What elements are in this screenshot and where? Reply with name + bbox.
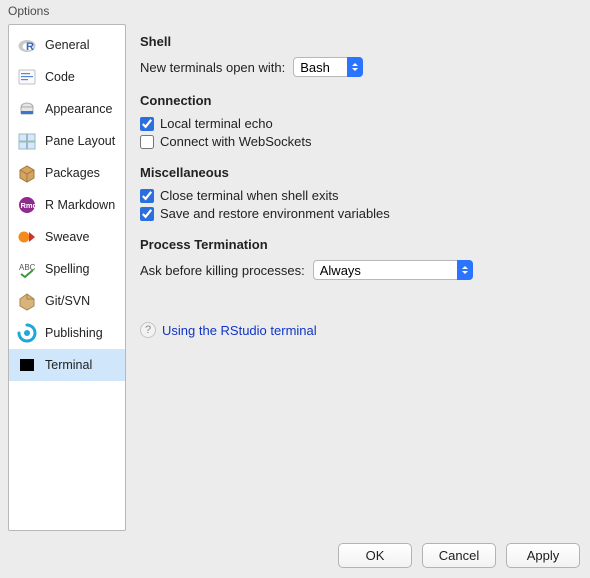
help-icon: ? [140,322,156,338]
svg-text:Rmd: Rmd [21,201,38,210]
rmarkdown-icon: Rmd [17,195,37,215]
sidebar-item-gitsvn[interactable]: Git/SVN [9,285,125,317]
options-content: Shell New terminals open with: Bash Conn… [136,24,582,531]
ok-button[interactable]: OK [338,543,412,568]
section-misc: Miscellaneous Close terminal when shell … [140,165,578,221]
r-logo-icon: R [17,35,37,55]
sidebar-item-pane-layout[interactable]: Pane Layout [9,125,125,157]
spelling-icon: ABC [17,259,37,279]
open-with-select-wrap: Bash [293,57,363,77]
local-echo-label: Local terminal echo [160,116,273,131]
code-icon [17,67,37,87]
terminal-icon [17,355,37,375]
svg-text:R: R [26,41,34,53]
packages-icon [17,163,37,183]
websockets-label: Connect with WebSockets [160,134,312,149]
sidebar-item-label: Terminal [45,358,92,372]
section-termination: Process Termination Ask before killing p… [140,237,578,280]
local-echo-checkbox[interactable] [140,117,154,131]
websockets-checkbox[interactable] [140,135,154,149]
options-sidebar: R General Code Appearance P [8,24,126,531]
sidebar-item-label: Packages [45,166,100,180]
close-on-exit-checkbox[interactable] [140,189,154,203]
apply-button[interactable]: Apply [506,543,580,568]
section-connection: Connection Local terminal echo Connect w… [140,93,578,149]
sidebar-item-label: Spelling [45,262,89,276]
ask-select-wrap: Always [313,260,473,280]
cancel-button[interactable]: Cancel [422,543,496,568]
section-title-termination: Process Termination [140,237,578,252]
help-link[interactable]: ? Using the RStudio terminal [140,322,317,338]
window-title: Options [0,0,590,20]
ask-select[interactable]: Always [313,260,473,280]
close-on-exit-row[interactable]: Close terminal when shell exits [140,188,578,203]
sidebar-item-general[interactable]: R General [9,29,125,61]
sweave-icon [17,227,37,247]
help-link-text: Using the RStudio terminal [162,323,317,338]
sidebar-item-label: Code [45,70,75,84]
sidebar-item-sweave[interactable]: Sweave [9,221,125,253]
sidebar-item-terminal[interactable]: Terminal [9,349,125,381]
sidebar-item-label: Appearance [45,102,112,116]
sidebar-item-spelling[interactable]: ABC Spelling [9,253,125,285]
sidebar-item-label: Sweave [45,230,89,244]
sidebar-item-label: Git/SVN [45,294,90,308]
save-env-row[interactable]: Save and restore environment variables [140,206,578,221]
button-bar: OK Cancel Apply [0,535,590,578]
open-with-select[interactable]: Bash [293,57,363,77]
websockets-row[interactable]: Connect with WebSockets [140,134,578,149]
open-with-label: New terminals open with: [140,60,285,75]
sidebar-item-label: Pane Layout [45,134,115,148]
appearance-icon [17,99,37,119]
section-shell: Shell New terminals open with: Bash [140,34,578,77]
options-dialog: Options R General Code Appearance [0,0,590,578]
sidebar-item-packages[interactable]: Packages [9,157,125,189]
sidebar-item-publishing[interactable]: Publishing [9,317,125,349]
git-icon [17,291,37,311]
save-env-checkbox[interactable] [140,207,154,221]
close-on-exit-label: Close terminal when shell exits [160,188,338,203]
save-env-label: Save and restore environment variables [160,206,390,221]
ask-label: Ask before killing processes: [140,263,305,278]
sidebar-item-code[interactable]: Code [9,61,125,93]
sidebar-item-label: Publishing [45,326,103,340]
sidebar-item-label: General [45,38,89,52]
section-title-misc: Miscellaneous [140,165,578,180]
sidebar-item-appearance[interactable]: Appearance [9,93,125,125]
dialog-body: R General Code Appearance P [0,20,590,535]
section-title-shell: Shell [140,34,578,49]
section-title-connection: Connection [140,93,578,108]
local-echo-row[interactable]: Local terminal echo [140,116,578,131]
publishing-icon [17,323,37,343]
pane-layout-icon [17,131,37,151]
sidebar-item-rmarkdown[interactable]: Rmd R Markdown [9,189,125,221]
sidebar-item-label: R Markdown [45,198,115,212]
